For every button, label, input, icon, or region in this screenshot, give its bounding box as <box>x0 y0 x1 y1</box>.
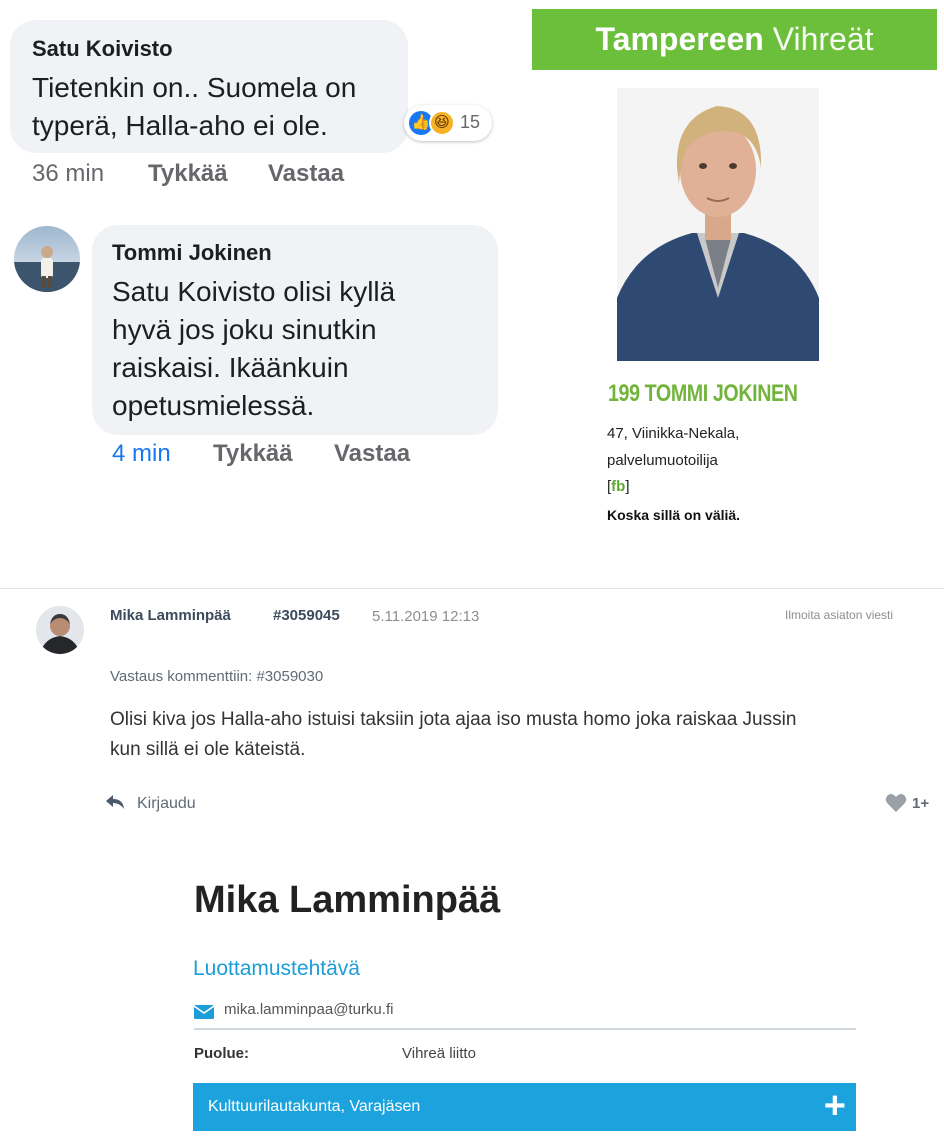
candidate-slogan: Koska sillä on väliä. <box>607 507 741 523</box>
party-value: Vihreä liitto <box>402 1045 476 1062</box>
comment-author[interactable]: Tommi Jokinen <box>112 240 272 266</box>
banner-party: Vihreät <box>772 21 874 57</box>
post-date: 5.11.2019 12:13 <box>372 608 480 625</box>
divider-line <box>194 1028 856 1030</box>
mail-icon <box>193 1005 215 1019</box>
comment-text-line: Satu Koivisto olisi kyllä <box>112 276 396 307</box>
plus-icon[interactable]: + <box>824 1085 846 1127</box>
reaction-count: 15 <box>460 112 481 132</box>
mail-icon-svg <box>193 1005 215 1019</box>
post-body-line: kun sillä ei ole käteistä. <box>110 739 306 760</box>
post-id[interactable]: #3059045 <box>273 607 340 624</box>
fb-bracket-close: ] <box>625 478 630 495</box>
avatar[interactable] <box>14 226 80 292</box>
like-button[interactable]: Tykkää <box>148 160 228 188</box>
profile-name: Mika Lamminpää <box>194 879 501 921</box>
reaction-summary[interactable]: 👍 😆 15 <box>404 105 492 141</box>
candidate-name: 199 TOMMI JOKINEN <box>608 380 798 407</box>
person-silhouette-icon <box>14 246 80 292</box>
portrait-illustration <box>617 88 819 361</box>
comment-timestamp[interactable]: 4 min <box>112 440 171 468</box>
committee-label: Kulttuurilautakunta, Varajäsen <box>208 1098 421 1115</box>
login-reply-link[interactable]: Kirjaudu <box>137 795 196 813</box>
heart-icon[interactable] <box>885 793 907 818</box>
reply-arrow-icon[interactable] <box>104 793 126 816</box>
section-divider <box>0 588 944 589</box>
candidate-info-line: palvelumuotoilija <box>607 452 718 469</box>
section-title: Luottamustehtävä <box>193 957 360 980</box>
committee-accordion[interactable]: Kulttuurilautakunta, Varajäsen + <box>193 1083 856 1131</box>
like-button[interactable]: Tykkää <box>213 440 293 468</box>
comment-text-line: hyvä jos joku sinutkin <box>112 314 377 345</box>
reply-arrow-icon-svg <box>106 795 124 809</box>
post-body: Olisi kiva jos Halla-aho istuisi taksiin… <box>110 705 910 765</box>
haha-icon: 😆 <box>429 110 455 136</box>
party-banner: Tampereen Vihreät <box>532 9 937 70</box>
candidate-fb-link[interactable]: [fb] <box>607 478 630 495</box>
post-body-line: Olisi kiva jos Halla-aho istuisi taksiin… <box>110 709 797 730</box>
candidate-photo <box>617 88 819 361</box>
reply-to-reference[interactable]: Vastaus kommenttiin: #3059030 <box>110 668 323 685</box>
comment-timestamp[interactable]: 36 min <box>32 160 104 188</box>
email-link[interactable]: mika.lamminpaa@turku.fi <box>224 1001 393 1018</box>
candidate-info-line: 47, Viinikka-Nekala, <box>607 425 740 442</box>
post-author[interactable]: Mika Lamminpää <box>110 607 231 624</box>
report-link[interactable]: Ilmoita asiaton viesti <box>785 608 893 622</box>
reply-button[interactable]: Vastaa <box>268 160 344 188</box>
comment-text-line: opetusmielessä. <box>112 390 315 421</box>
person-silhouette-icon <box>36 606 84 654</box>
avatar[interactable] <box>36 606 84 654</box>
comment-text-line: Tietenkin on.. Suomela on <box>32 72 357 103</box>
reply-button[interactable]: Vastaa <box>334 440 410 468</box>
banner-city: Tampereen <box>595 21 764 57</box>
party-label: Puolue: <box>194 1045 249 1062</box>
fb-link-label[interactable]: fb <box>611 478 625 495</box>
heart-icon-svg <box>885 794 907 812</box>
comment-text-line: raiskaisi. Ikäänkuin <box>112 352 349 383</box>
like-count: 1+ <box>912 795 930 812</box>
comment-author[interactable]: Satu Koivisto <box>32 36 173 62</box>
comment-text-line: typerä, Halla-aho ei ole. <box>32 110 328 141</box>
